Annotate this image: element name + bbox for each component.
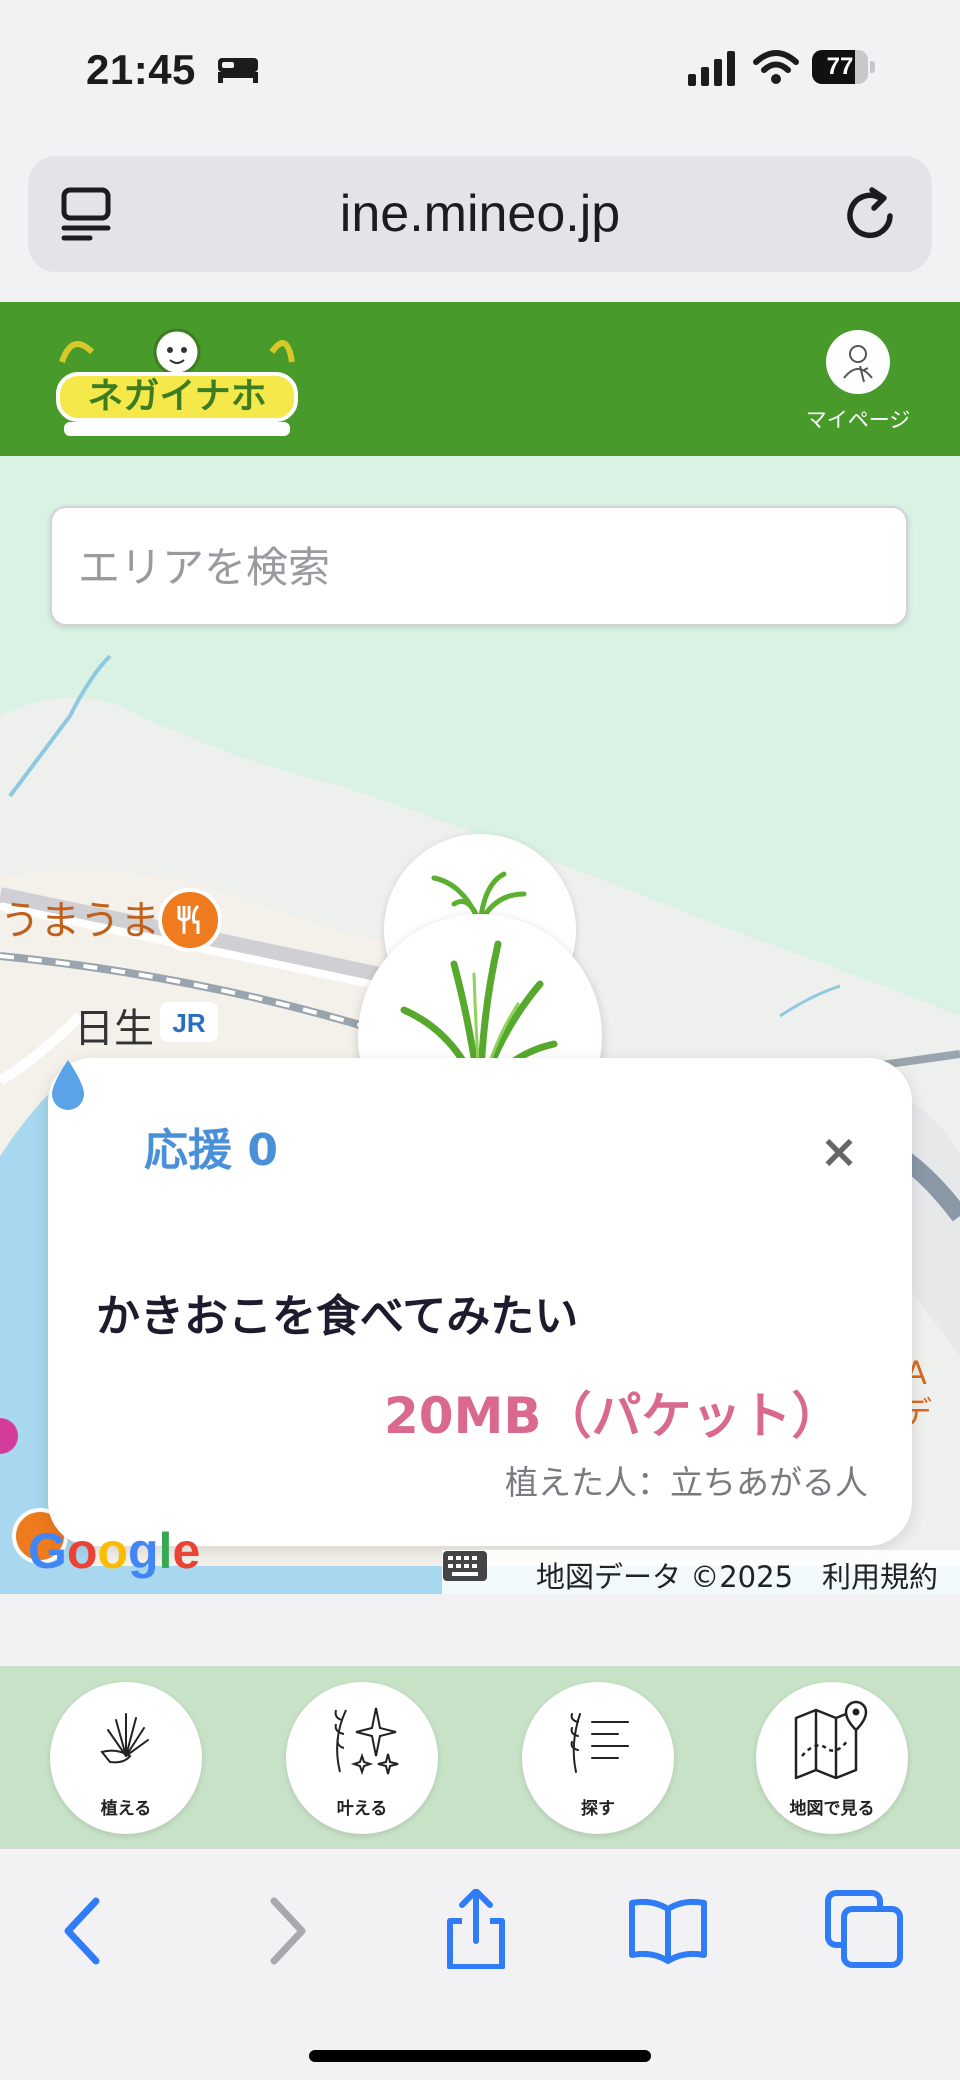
map-view[interactable]: A デ うまうま 日生 JR [0, 456, 960, 1594]
nav-plant-label: 植える [100, 1799, 152, 1819]
wish-title: かきおこを食べてみたい [96, 1291, 579, 1342]
terms-link[interactable]: 利用規約 [822, 1554, 938, 1594]
restaurant-pin-icon[interactable] [158, 888, 222, 952]
address-bar[interactable]: ine.mineo.jp [28, 156, 932, 272]
site-logo[interactable]: ネガイナホ [52, 322, 302, 440]
area-search-input[interactable] [76, 508, 880, 626]
wifi-icon [753, 50, 799, 84]
map-data-credit: 地図データ ©2025 [536, 1560, 794, 1594]
water-drop-icon [52, 1060, 84, 1110]
svg-text:ネガイナホ: ネガイナホ [87, 376, 266, 417]
mypage-icon[interactable] [826, 330, 890, 394]
url-text[interactable]: ine.mineo.jp [28, 156, 932, 272]
home-indicator[interactable] [309, 2050, 651, 2062]
nav-plant-button[interactable]: 植える [50, 1682, 202, 1834]
svg-text:JR: JR [172, 1008, 205, 1038]
page-menu-icon[interactable] [60, 186, 116, 242]
forward-icon[interactable] [244, 1889, 324, 1969]
planter-name: 植えた人：立ちあがる人 [505, 1463, 868, 1502]
site-bottom-nav: 植える 叶える 探す 地図で見る [0, 1666, 960, 1848]
area-search[interactable] [50, 506, 908, 626]
sparkle-icon [334, 1707, 399, 1776]
close-button[interactable]: × [814, 1126, 864, 1176]
nav-fulfill-button[interactable]: 叶える [286, 1682, 438, 1834]
mypage-label[interactable]: マイページ [790, 404, 926, 434]
nav-map-button[interactable]: 地図で見る [756, 1682, 908, 1834]
share-icon[interactable] [436, 1889, 516, 1969]
map-attribution: 地図データ ©2025 利用規約 [442, 1550, 960, 1594]
nav-search-label: 探す [581, 1799, 615, 1819]
battery-percent: 77 [826, 53, 854, 80]
back-icon[interactable] [46, 1889, 126, 1969]
battery-indicator: 77 [812, 50, 876, 86]
status-bar: 21:45 77 [0, 0, 960, 140]
reward-text: 20MB（パケット） [384, 1387, 842, 1445]
nav-fulfill-label: 叶える [336, 1799, 388, 1819]
status-time: 21:45 [86, 46, 196, 93]
wish-popup[interactable]: 応援 0 × かきおこを食べてみたい 20MB（パケット） 植えた人：立ちあがる… [48, 1058, 912, 1546]
reload-icon[interactable] [842, 186, 900, 244]
bookmarks-icon[interactable] [628, 1889, 708, 1969]
tabs-overview-icon[interactable] [824, 1889, 904, 1969]
signal-icon [688, 51, 735, 86]
poi-label[interactable]: うまうま [0, 888, 160, 946]
support-count[interactable]: 応援 0 [144, 1114, 278, 1178]
nav-search-button[interactable]: 探す [522, 1682, 674, 1834]
site-header: ネガイナホ マイページ [0, 302, 960, 456]
sleep-focus-icon [218, 58, 258, 83]
search-list-icon [570, 1713, 629, 1773]
nav-map-label: 地図で見る [789, 1799, 875, 1819]
keyboard-icon[interactable] [442, 1550, 488, 1582]
map-icon [794, 1700, 868, 1780]
browser-toolbar [0, 1848, 960, 2080]
google-logo: Google [28, 1523, 201, 1579]
plant-icon [100, 1713, 149, 1764]
jr-logo-icon: JR [160, 1002, 218, 1042]
station-label[interactable]: 日生 [74, 996, 154, 1054]
